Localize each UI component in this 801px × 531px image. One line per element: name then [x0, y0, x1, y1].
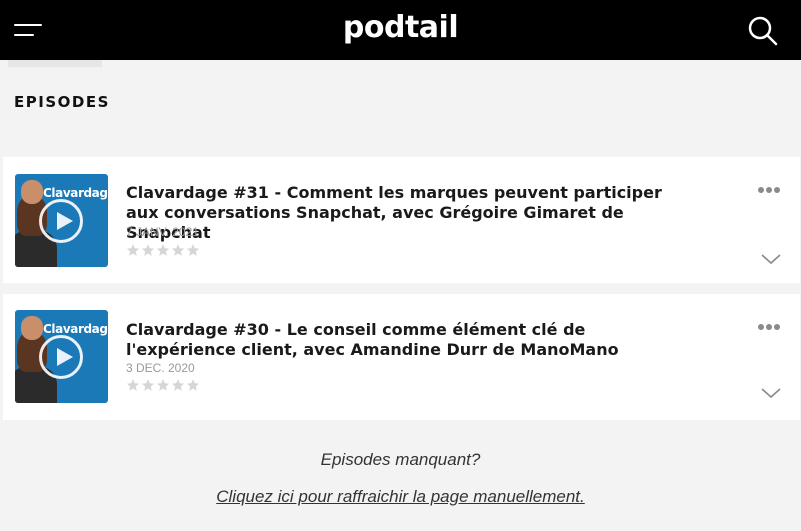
section-title: EPISODES — [14, 93, 110, 111]
thumbnail-person — [21, 316, 43, 340]
more-options-icon[interactable] — [758, 322, 782, 332]
more-options-icon[interactable] — [758, 185, 782, 195]
thumbnail-brand: Clavardage — [43, 186, 108, 200]
episode-title[interactable]: Clavardage #31 - Comment les marques peu… — [126, 183, 686, 243]
episode-card: Clavardage Clavardage #31 - Comment les … — [3, 157, 800, 283]
star-icon[interactable] — [141, 243, 155, 257]
dot — [766, 324, 772, 330]
chevron-down-icon[interactable] — [760, 386, 782, 400]
refresh-row: Cliquez ici pour raffraichir la page man… — [0, 487, 801, 507]
play-icon[interactable] — [39, 199, 83, 243]
episode-title[interactable]: Clavardage #30 - Le conseil comme élémen… — [126, 320, 686, 360]
star-icon[interactable] — [141, 378, 155, 392]
dot — [774, 324, 780, 330]
dot — [758, 324, 764, 330]
star-icon[interactable] — [186, 378, 200, 392]
episode-thumbnail[interactable]: Clavardage — [15, 310, 108, 403]
chevron-down-icon[interactable] — [760, 252, 782, 266]
episode-thumbnail[interactable]: Clavardage — [15, 174, 108, 267]
podtail-logo[interactable]: podtail — [0, 10, 801, 45]
star-icon[interactable] — [156, 243, 170, 257]
refresh-link[interactable]: Cliquez ici pour raffraichir la page man… — [216, 487, 585, 506]
play-icon[interactable] — [39, 335, 83, 379]
dot — [774, 187, 780, 193]
thumbnail-brand: Clavardage — [43, 322, 108, 336]
episode-card: Clavardage Clavardage #30 - Le conseil c… — [3, 294, 800, 420]
top-bar: podtail — [0, 0, 801, 60]
missing-episodes-text: Episodes manquant? — [320, 450, 481, 469]
tab-indicator — [8, 60, 102, 67]
star-icon[interactable] — [171, 378, 185, 392]
thumbnail-person — [21, 180, 43, 204]
star-icon[interactable] — [186, 243, 200, 257]
dot — [766, 187, 772, 193]
episode-date: 7 JANV. 2021 — [126, 225, 199, 239]
star-icon[interactable] — [171, 243, 185, 257]
search-icon[interactable] — [746, 14, 778, 46]
dot — [758, 187, 764, 193]
star-icon[interactable] — [156, 378, 170, 392]
star-icon[interactable] — [126, 378, 140, 392]
star-icon[interactable] — [126, 243, 140, 257]
episode-date: 3 DEC. 2020 — [126, 361, 195, 375]
